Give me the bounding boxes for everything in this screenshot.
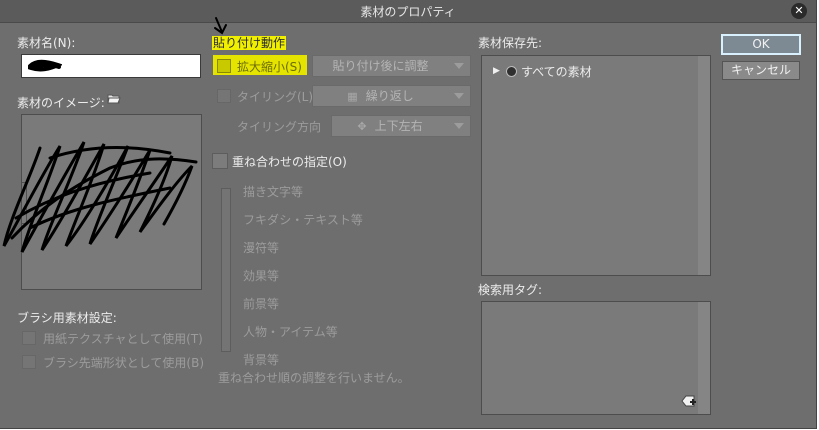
overlay-checkbox[interactable] [212, 153, 228, 169]
tiling-label: タイリング(L) [237, 90, 314, 104]
tiling-select[interactable]: ▦ 繰り返し [312, 85, 471, 107]
material-properties-dialog: 素材のプロパティ ✕ 素材名(N): 素材のイメージ: ブラシ用素材設定: 用紙… [0, 0, 817, 429]
overlay-item: 描き文字等 [243, 185, 304, 199]
chevron-down-icon [454, 123, 464, 129]
search-tag-list[interactable] [481, 301, 711, 415]
tiling-checkbox[interactable] [217, 89, 231, 103]
tiling-direction-select[interactable]: ✥ 上下左右 [331, 115, 471, 137]
brush-tip-label: ブラシ先端形状として使用(B) [43, 356, 204, 370]
material-folder-icon [506, 66, 517, 77]
redaction-scribble [28, 59, 62, 72]
overlay-item: 前景等 [243, 297, 280, 311]
chevron-down-icon [454, 93, 464, 99]
close-icon[interactable]: ✕ [791, 3, 807, 19]
brush-settings-label: ブラシ用素材設定: [17, 311, 117, 325]
overlay-item: 背景等 [243, 353, 280, 367]
annotation-arrow [214, 17, 227, 35]
scale-label: 拡大縮小(S) [237, 60, 302, 74]
overlay-item: 人物・アイテム等 [243, 325, 338, 339]
overlay-order-slider[interactable] [221, 188, 231, 352]
scale-select-value: 貼り付け後に調整 [332, 59, 429, 73]
paper-texture-label: 用紙テクスチャとして使用(T) [43, 332, 203, 346]
save-location-tree[interactable]: ▶ すべての素材 [481, 55, 711, 276]
title-bar: 素材のプロパティ ✕ [0, 0, 816, 23]
tag-scrollbar[interactable] [698, 302, 710, 414]
overlay-item: フキダシ・テキスト等 [243, 213, 363, 227]
save-location-label: 素材保存先: [478, 36, 543, 50]
tiling-direction-label: タイリング方向 [237, 120, 322, 134]
material-image-label: 素材のイメージ: [17, 96, 105, 110]
material-name-input[interactable] [21, 54, 201, 78]
overlay-item: 効果等 [243, 269, 280, 283]
overlay-item: 漫符等 [243, 241, 280, 255]
overlay-note: 重ね合わせ順の調整を行いません。 [218, 371, 410, 385]
scale-select[interactable]: 貼り付け後に調整 [312, 55, 471, 77]
overlay-label: 重ね合わせの指定(O) [232, 155, 347, 169]
cancel-button[interactable]: キャンセル [722, 61, 800, 80]
window-title: 素材のプロパティ [360, 5, 456, 19]
tiling-select-value: 繰り返し [365, 89, 414, 103]
add-tag-icon[interactable] [681, 394, 697, 411]
redaction-scribble-large [2, 141, 198, 253]
brush-tip-checkbox[interactable] [22, 355, 36, 369]
material-name-label: 素材名(N): [17, 36, 76, 50]
repeat-icon: ▦ [347, 90, 358, 103]
tiling-direction-value: 上下左右 [374, 119, 423, 133]
paste-behavior-label: 貼り付け動作 [212, 36, 287, 50]
direction-icon: ✥ [357, 120, 367, 133]
scale-checkbox[interactable] [217, 59, 231, 73]
folder-icon[interactable] [107, 92, 121, 105]
tree-scrollbar[interactable] [698, 56, 710, 275]
ok-button[interactable]: OK [721, 34, 801, 55]
chevron-down-icon [454, 63, 464, 69]
paper-texture-checkbox[interactable] [22, 331, 36, 345]
search-tag-label: 検索用タグ: [478, 283, 543, 297]
expand-arrow-icon[interactable]: ▶ [493, 66, 500, 76]
tree-item-all-materials[interactable]: すべての素材 [521, 63, 592, 80]
